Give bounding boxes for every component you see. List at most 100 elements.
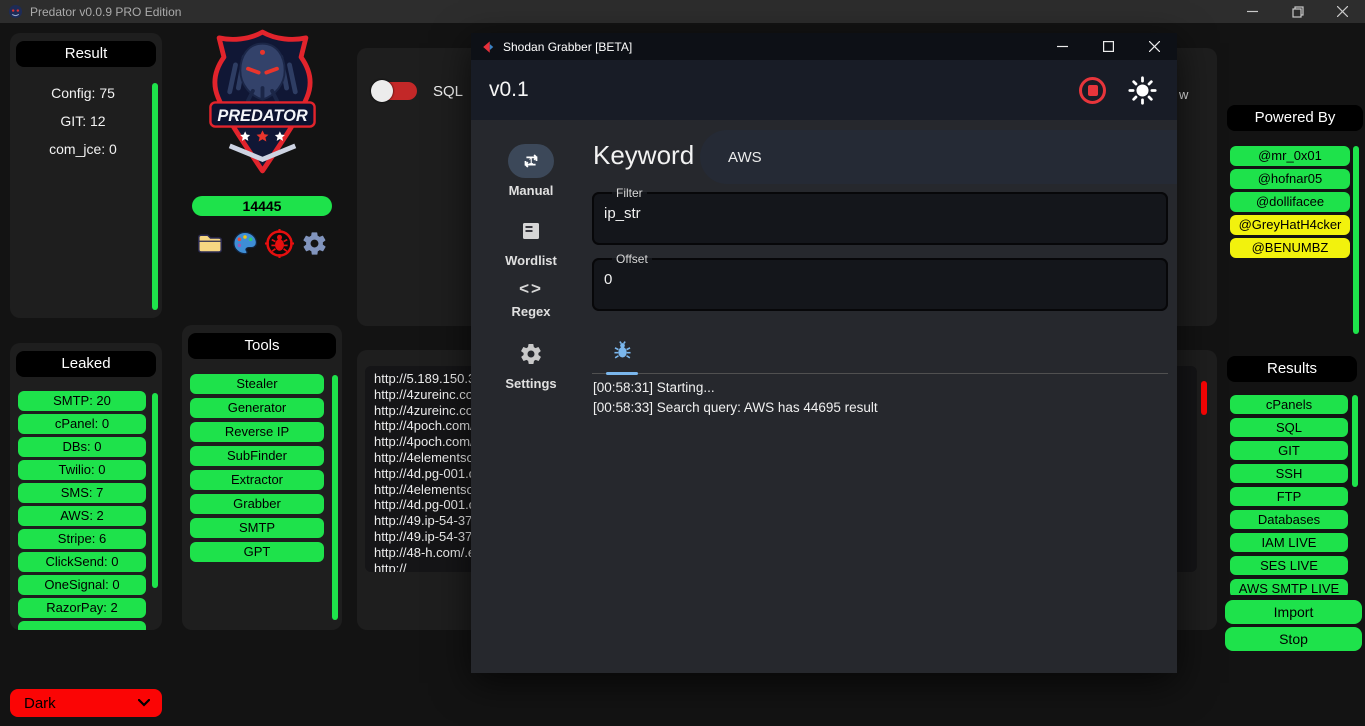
result-scrollbar[interactable]	[152, 83, 158, 310]
tab-settings-label: Settings	[471, 376, 591, 391]
result-panel: Result Config: 75 GIT: 12 com_jce: 0	[10, 33, 162, 318]
active-tab-underline	[606, 372, 638, 375]
keyword-input[interactable]	[700, 130, 1177, 184]
tool-grabber-button[interactable]: Grabber	[190, 494, 324, 514]
tool-stealer-button[interactable]: Stealer	[190, 374, 324, 394]
folder-icon[interactable]	[195, 228, 225, 258]
modal-close-icon[interactable]	[1131, 33, 1177, 60]
logo-banner-text: PREDATOR	[217, 107, 308, 125]
leaked-razorpay-button[interactable]: RazorPay: 2	[18, 598, 146, 618]
keyword-label: Keyword	[593, 140, 694, 171]
gear-icon[interactable]	[300, 228, 330, 258]
palette-icon[interactable]	[230, 228, 260, 258]
tab-manual[interactable]: 1 Manual	[471, 144, 591, 198]
sql-toggle-knob	[371, 80, 393, 102]
leaked-stripe-button[interactable]: Stripe: 6	[18, 529, 146, 549]
tools-panel-title: Tools	[188, 333, 336, 359]
credit-hofnar05-button[interactable]: @hofnar05	[1230, 169, 1350, 189]
stat-git: GIT: 12	[18, 107, 148, 135]
log-output: [00:58:31] Starting... [00:58:33] Search…	[593, 378, 1169, 418]
offset-input[interactable]	[604, 271, 1128, 288]
logo-block: PREDATOR 14445	[182, 28, 342, 258]
url-scrollbar[interactable]	[1201, 381, 1207, 415]
bug-icon	[612, 340, 633, 361]
leaked-cpanel-button[interactable]: cPanel: 0	[18, 414, 146, 434]
sql-toggle-label: SQL	[433, 83, 463, 100]
leaked-aws-button[interactable]: AWS: 2	[18, 506, 146, 526]
predator-app: { "window": {"title": "Predator v0.0.9 P…	[0, 0, 1365, 726]
tool-subfinder-button[interactable]: SubFinder	[190, 446, 324, 466]
tools-scrollbar[interactable]	[332, 375, 338, 620]
modal-body: 1 Manual Wordlist <> Regex Settings Keyw…	[471, 120, 1177, 673]
tool-reverse-ip-button[interactable]: Reverse IP	[190, 422, 324, 442]
powered-by-list: @mr_0x01 @hofnar05 @dollifacee @GreyHatH…	[1230, 146, 1350, 258]
results-databases-button[interactable]: Databases	[1230, 510, 1348, 529]
results-ftp-button[interactable]: FTP	[1230, 487, 1348, 506]
tool-generator-button[interactable]: Generator	[190, 398, 324, 418]
log-line: [00:58:31] Starting...	[593, 378, 1169, 398]
predator-app-icon	[8, 4, 23, 19]
count-button[interactable]: 14445	[192, 196, 332, 216]
tab-wordlist[interactable]: Wordlist	[471, 219, 591, 268]
tab-settings[interactable]: Settings	[471, 342, 591, 391]
credit-dollifacee-button[interactable]: @dollifacee	[1230, 192, 1350, 212]
leaked-dbs-button[interactable]: DBs: 0	[18, 437, 146, 457]
tab-debug-log[interactable]	[606, 340, 638, 366]
results-title: Results	[1227, 356, 1357, 382]
filter-field: Filter	[592, 186, 1168, 245]
tab-regex-label: Regex	[471, 304, 591, 319]
offset-label: Offset	[612, 252, 652, 266]
code-icon: <>	[519, 279, 543, 298]
results-cpanels-button[interactable]: cPanels	[1230, 395, 1348, 414]
theme-sun-icon[interactable]	[1128, 76, 1157, 105]
modal-maximize-icon[interactable]	[1085, 33, 1131, 60]
window-title: Predator v0.0.9 PRO Edition	[30, 5, 181, 19]
tab-regex[interactable]: <> Regex	[471, 279, 591, 319]
tab-manual-label: Manual	[471, 183, 591, 198]
stop-scan-icon[interactable]	[1079, 77, 1106, 104]
bug-target-icon[interactable]	[265, 228, 295, 258]
modal-version: v0.1	[489, 78, 529, 102]
results-sql-button[interactable]: SQL	[1230, 418, 1348, 437]
credit-greyhath4cker-button[interactable]: @GreyHatH4cker	[1230, 215, 1350, 235]
filter-input[interactable]	[604, 205, 1128, 222]
tool-gpt-button[interactable]: GPT	[190, 542, 324, 562]
repeat-1-icon: 1	[508, 144, 554, 178]
powered-scrollbar[interactable]	[1353, 146, 1359, 334]
results-iam-live-button[interactable]: IAM LIVE	[1230, 533, 1348, 552]
restore-icon[interactable]	[1275, 0, 1320, 23]
leaked-clipped-button[interactable]	[18, 621, 146, 630]
close-icon[interactable]	[1320, 0, 1365, 23]
theme-dropdown[interactable]: Dark	[10, 689, 162, 717]
sql-toggle[interactable]	[371, 80, 417, 102]
leaked-smtp-button[interactable]: SMTP: 20	[18, 391, 146, 411]
results-ssh-button[interactable]: SSH	[1230, 464, 1348, 483]
results-git-button[interactable]: GIT	[1230, 441, 1348, 460]
leaked-twilio-button[interactable]: Twilio: 0	[18, 460, 146, 480]
credit-mr-0x01-button[interactable]: @mr_0x01	[1230, 146, 1350, 166]
tab-wordlist-label: Wordlist	[471, 253, 591, 268]
modal-title: Shodan Grabber [BETA]	[503, 40, 632, 54]
stat-config: Config: 75	[18, 79, 148, 107]
results-scrollbar[interactable]	[1352, 395, 1358, 487]
leaked-sms-button[interactable]: SMS: 7	[18, 483, 146, 503]
credit-benumbz-button[interactable]: @BENUMBZ	[1230, 238, 1350, 258]
main-titlebar: Predator v0.0.9 PRO Edition	[0, 0, 1365, 23]
modal-titlebar: Shodan Grabber [BETA]	[471, 33, 1177, 60]
results-ses-live-button[interactable]: SES LIVE	[1230, 556, 1348, 575]
result-panel-title: Result	[16, 41, 156, 67]
leaked-scrollbar[interactable]	[152, 393, 158, 588]
leaked-onesignal-button[interactable]: OneSignal: 0	[18, 575, 146, 595]
stop-button[interactable]: Stop	[1225, 627, 1362, 651]
powered-by-title: Powered By	[1227, 105, 1363, 131]
tool-extractor-button[interactable]: Extractor	[190, 470, 324, 490]
modal-minimize-icon[interactable]	[1039, 33, 1085, 60]
minimize-icon[interactable]	[1230, 0, 1275, 23]
import-button[interactable]: Import	[1225, 600, 1362, 624]
leaked-clicksend-button[interactable]: ClickSend: 0	[18, 552, 146, 572]
tool-smtp-button[interactable]: SMTP	[190, 518, 324, 538]
results-aws-smtp-live-button[interactable]: AWS SMTP LIVE	[1230, 579, 1348, 595]
predator-logo: PREDATOR	[195, 28, 330, 175]
chevron-down-icon	[138, 699, 150, 707]
leaked-panel-title: Leaked	[16, 351, 156, 377]
